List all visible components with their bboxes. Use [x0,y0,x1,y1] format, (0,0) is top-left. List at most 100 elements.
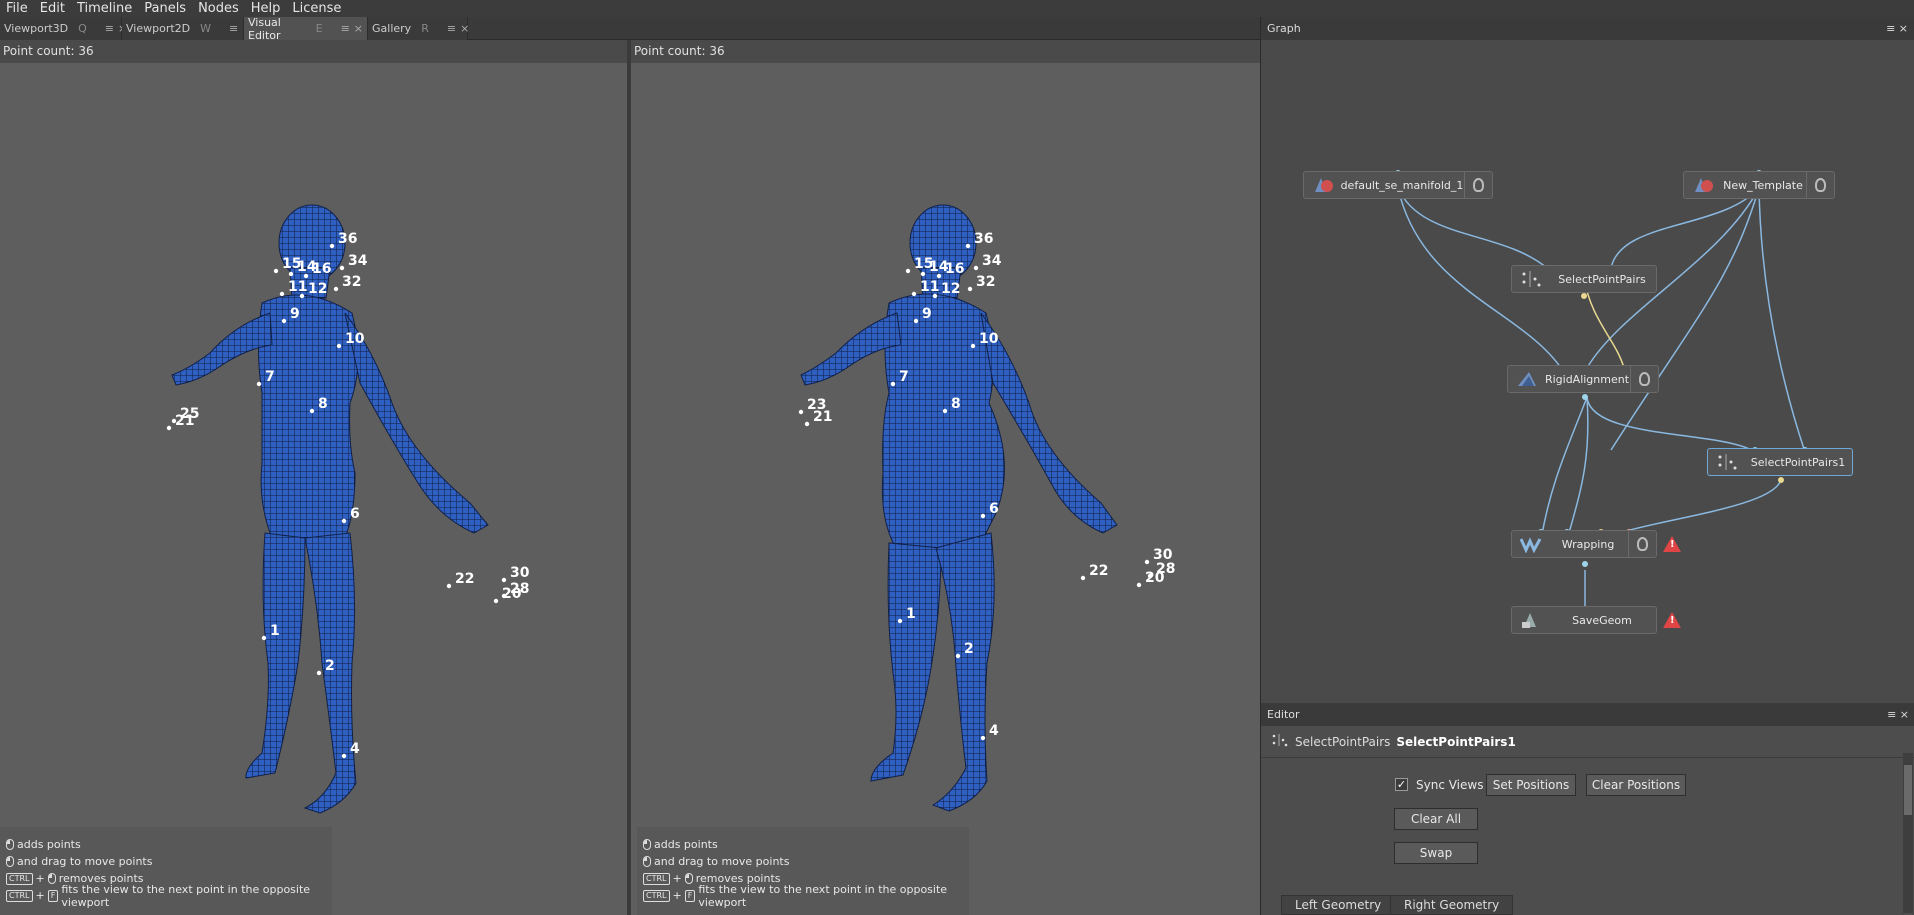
scrollbar-thumb[interactable] [1904,765,1912,815]
landmark-point[interactable] [897,618,903,624]
menu-help[interactable]: Help [245,0,287,17]
tab-visual-editor[interactable]: Visual Editor E ≡ × [244,16,368,42]
menu-panels[interactable]: Panels [138,0,192,17]
node-label: RigidAlignment [1544,372,1630,386]
menu-icon[interactable]: ≡ [341,22,350,35]
editor-scrollbar[interactable] [1903,753,1913,913]
tab-viewport3d[interactable]: Viewport3D Q ≡ × [0,17,127,40]
swap-button[interactable]: Swap [1394,842,1478,864]
close-icon[interactable]: × [354,22,363,35]
landmark-label: 2 [964,641,974,657]
point-pairs-icon [1520,270,1542,288]
landmark-point[interactable] [1144,559,1150,565]
menu-icon[interactable]: ≡ [447,22,456,35]
close-icon[interactable]: × [1899,22,1908,35]
landmark-point[interactable] [303,273,309,279]
landmark-label: 34 [348,253,368,269]
help-panel: adds points and drag to move points CTRL… [0,827,332,915]
set-positions-button[interactable]: Set Positions [1486,774,1576,796]
landmark-point[interactable] [967,286,973,292]
landmark-point[interactable] [166,425,172,431]
landmark-point[interactable] [336,343,342,349]
visibility-bulb-icon[interactable] [1806,171,1834,199]
node-select-point-pairs1[interactable]: SelectPointPairs1 [1707,448,1853,476]
landmark-point[interactable] [446,583,452,589]
landmark-point[interactable] [279,291,285,297]
landmark-point[interactable] [932,293,938,299]
landmark-point[interactable] [329,243,335,249]
menu-license[interactable]: License [286,0,347,17]
right-viewport[interactable]: Point count: 36 36 15 14 16 34 32 11 12 9 10 7 23 21… [631,40,1260,915]
help-text: adds points [17,838,81,851]
menu-icon[interactable]: ≡ [229,22,238,35]
node-default-se-manifold[interactable]: default_se_manifold_1 [1303,171,1493,199]
node-label: New_Template [1723,178,1803,192]
visibility-bulb-icon[interactable] [1630,365,1658,393]
tab-right-geometry[interactable]: Right Geometry [1390,895,1514,915]
human-mesh-template[interactable]: 36151416 343211 12910725218622 302820124 [0,63,627,915]
menu-icon[interactable]: ≡ [105,22,114,35]
landmark-point[interactable] [273,268,279,274]
landmark-point[interactable] [920,271,926,277]
landmark-point[interactable] [798,409,804,415]
close-icon[interactable]: × [1900,708,1909,721]
tab-gallery[interactable]: Gallery R ≡ × [368,17,469,40]
warning-icon[interactable]: ! [1663,536,1681,552]
node-graph[interactable]: default_se_manifold_1 New_Template Selec… [1261,40,1914,703]
landmark-point[interactable] [299,293,305,299]
menu-edit[interactable]: Edit [34,0,71,17]
landmark-point[interactable] [339,265,345,271]
landmark-point[interactable] [261,635,267,641]
menu-file[interactable]: File [0,0,34,17]
landmark-point[interactable] [973,265,979,271]
landmark-point[interactable] [281,318,287,324]
landmark-point[interactable] [955,653,961,659]
tab-viewport2d[interactable]: Viewport2D W ≡ × [122,17,251,40]
menu-icon[interactable]: ≡ [1886,22,1895,35]
help-line: adds points [643,836,963,853]
visibility-bulb-icon[interactable] [1628,530,1656,558]
landmark-point[interactable] [341,518,347,524]
landmark-point[interactable] [1080,575,1086,581]
close-icon[interactable]: × [460,22,469,35]
node-select-point-pairs[interactable]: SelectPointPairs [1511,265,1657,293]
landmark-point[interactable] [309,408,315,414]
landmark-point[interactable] [501,577,507,583]
landmark-label: 6 [989,501,999,517]
tab-left-geometry[interactable]: Left Geometry [1281,895,1396,915]
menu-timeline[interactable]: Timeline [71,0,138,17]
landmark-point[interactable] [970,343,976,349]
menu-nodes[interactable]: Nodes [192,0,245,17]
sync-views-checkbox[interactable]: ✓ [1395,778,1408,791]
landmark-point[interactable] [890,381,896,387]
landmark-point[interactable] [980,735,986,741]
landmark-point[interactable] [1136,582,1142,588]
landmark-point[interactable] [913,318,919,324]
node-save-geom[interactable]: SaveGeom [1511,606,1657,634]
menu-icon[interactable]: ≡ [1887,708,1896,721]
landmark-point[interactable] [316,670,322,676]
landmark-point[interactable] [905,268,911,274]
node-wrapping[interactable]: Wrapping [1511,530,1657,558]
node-new-template[interactable]: New_Template [1683,171,1835,199]
warning-icon[interactable]: ! [1663,612,1681,628]
landmark-point[interactable] [341,753,347,759]
clear-positions-button[interactable]: Clear Positions [1586,774,1686,796]
landmark-label: 10 [979,331,999,347]
clear-all-button[interactable]: Clear All [1394,808,1478,830]
landmark-point[interactable] [965,243,971,249]
human-mesh-target[interactable]: 36151416 343211 12910723218622302820124 [631,63,1260,915]
landmark-point[interactable] [942,408,948,414]
landmark-point[interactable] [804,421,810,427]
landmark-point[interactable] [288,271,294,277]
visibility-bulb-icon[interactable] [1464,171,1492,199]
left-viewport[interactable]: Point count: 36 36 15 14 16 34 32 11 12 … [0,40,627,915]
landmark-point[interactable] [936,273,942,279]
node-rigid-alignment[interactable]: RigidAlignment [1507,365,1659,393]
landmark-point[interactable] [256,381,262,387]
landmark-point[interactable] [493,598,499,604]
landmark-point[interactable] [333,286,339,292]
landmark-point[interactable] [911,291,917,297]
landmark-label: 1 [906,606,916,622]
landmark-point[interactable] [980,513,986,519]
